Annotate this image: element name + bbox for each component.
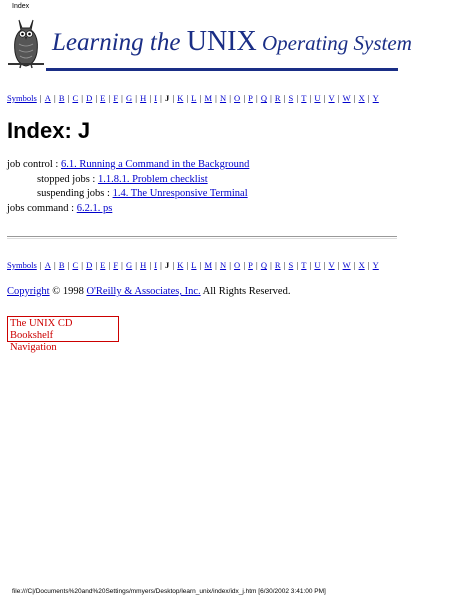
nav-separator: | bbox=[213, 260, 219, 270]
nav-top-link-v[interactable]: V bbox=[328, 93, 334, 103]
nav-top-link-w[interactable]: W bbox=[343, 93, 351, 103]
nav-bottom-link-y[interactable]: Y bbox=[373, 260, 379, 270]
book-banner[interactable]: Learning the UNIX Operating System bbox=[6, 16, 412, 71]
nav-separator: | bbox=[365, 93, 372, 103]
index-term: jobs command bbox=[7, 202, 69, 214]
nav-separator: | bbox=[51, 93, 58, 103]
nav-separator: | bbox=[351, 93, 358, 103]
owl-logo-icon bbox=[8, 19, 44, 69]
nav-bottom-link-v[interactable]: V bbox=[328, 260, 334, 270]
nav-top-link-r[interactable]: R bbox=[275, 93, 281, 103]
index-entry: stopped jobs : 1.1.8.1. Problem checklis… bbox=[7, 173, 249, 188]
nav-top-link-u[interactable]: U bbox=[314, 93, 320, 103]
index-entry: jobs command : 6.2.1. ps bbox=[7, 202, 249, 217]
nav-separator: | bbox=[37, 260, 44, 270]
nav-separator: | bbox=[351, 260, 358, 270]
nav-separator: | bbox=[281, 260, 288, 270]
index-entry-link[interactable]: 1.1.8.1. Problem checklist bbox=[98, 174, 208, 185]
nav-top-link-x[interactable]: X bbox=[359, 93, 365, 103]
nav-top-link-m[interactable]: M bbox=[204, 93, 212, 103]
nav-separator: | bbox=[170, 93, 177, 103]
nav-separator: | bbox=[213, 93, 219, 103]
nav-bottom-link-m[interactable]: M bbox=[204, 260, 212, 270]
nav-separator: | bbox=[133, 93, 140, 103]
publisher-link[interactable]: O'Reilly & Associates, Inc. bbox=[86, 286, 200, 297]
nav-separator: | bbox=[147, 93, 154, 103]
index-term: job control bbox=[7, 159, 53, 170]
nav-separator: | bbox=[93, 260, 100, 270]
book-title: Learning the UNIX Operating System bbox=[52, 26, 412, 57]
index-entry-link[interactable]: 1.4. The Unresponsive Terminal bbox=[113, 188, 248, 199]
divider bbox=[7, 236, 397, 239]
nav-separator: | bbox=[267, 93, 274, 103]
copyright-link[interactable]: Copyright bbox=[7, 286, 50, 297]
nav-separator: | bbox=[335, 260, 342, 270]
nav-separator: | bbox=[365, 260, 372, 270]
index-navigation-top: Symbols | A | B | C | D | E | F | G | H … bbox=[7, 93, 379, 103]
nav-bottom-link-a[interactable]: A bbox=[45, 260, 51, 270]
nav-bottom-link-symbols[interactable]: Symbols bbox=[7, 260, 37, 270]
index-term: suspending jobs bbox=[37, 188, 105, 199]
nav-separator: | bbox=[158, 260, 164, 270]
nav-separator: | bbox=[79, 93, 86, 103]
cd-bookshelf-line2: Navigation bbox=[10, 342, 57, 353]
nav-top-link-symbols[interactable]: Symbols bbox=[7, 93, 37, 103]
nav-separator: | bbox=[267, 260, 274, 270]
nav-separator: | bbox=[133, 260, 140, 270]
nav-separator: | bbox=[170, 260, 177, 270]
index-entry: job control : 6.1. Running a Command in … bbox=[7, 158, 249, 173]
nav-separator: | bbox=[51, 260, 58, 270]
index-entry-link[interactable]: 6.1. Running a Command in the Background bbox=[61, 159, 249, 170]
nav-bottom-link-x[interactable]: X bbox=[359, 260, 365, 270]
nav-separator: | bbox=[79, 260, 86, 270]
index-term: stopped jobs bbox=[37, 173, 90, 185]
nav-separator: | bbox=[241, 260, 248, 270]
rights-text: All Rights Reserved. bbox=[200, 286, 291, 297]
print-footer: file:///C|/Documents%20and%20Settings/mm… bbox=[12, 588, 326, 595]
nav-separator: | bbox=[37, 93, 44, 103]
nav-bottom-link-r[interactable]: R bbox=[275, 260, 281, 270]
nav-separator: | bbox=[147, 260, 154, 270]
nav-separator: | bbox=[281, 93, 288, 103]
nav-top-link-y[interactable]: Y bbox=[373, 93, 379, 103]
nav-separator: | bbox=[119, 93, 125, 103]
nav-separator: | bbox=[227, 93, 234, 103]
print-header: Index bbox=[12, 3, 30, 10]
term-separator: : bbox=[68, 202, 77, 214]
term-separator: : bbox=[52, 159, 61, 170]
nav-separator: | bbox=[253, 93, 260, 103]
index-entry: suspending jobs : 1.4. The Unresponsive … bbox=[7, 187, 249, 202]
nav-bottom-link-w[interactable]: W bbox=[343, 260, 351, 270]
nav-bottom-link-u[interactable]: U bbox=[314, 260, 320, 270]
page-title: Index: J bbox=[7, 118, 91, 143]
copyright-text: © 1998 bbox=[49, 286, 87, 297]
nav-top-link-a[interactable]: A bbox=[45, 93, 51, 103]
nav-separator: | bbox=[241, 93, 248, 103]
nav-separator: | bbox=[227, 260, 234, 270]
nav-separator: | bbox=[335, 93, 342, 103]
nav-separator: | bbox=[119, 260, 125, 270]
nav-separator: | bbox=[93, 93, 100, 103]
banner-rule bbox=[46, 68, 398, 71]
cd-bookshelf-navigation[interactable]: The UNIX CD Bookshelf Navigation bbox=[7, 316, 119, 353]
cd-bookshelf-line1: The UNIX CD Bookshelf bbox=[10, 318, 73, 341]
index-navigation-bottom: Symbols | A | B | C | D | E | F | G | H … bbox=[7, 260, 379, 270]
index-entries: job control : 6.1. Running a Command in … bbox=[7, 158, 249, 216]
nav-separator: | bbox=[158, 93, 164, 103]
term-separator: : bbox=[89, 173, 98, 185]
index-entry-link[interactable]: 6.2.1. ps bbox=[77, 203, 113, 214]
term-separator: : bbox=[104, 188, 113, 199]
copyright-line: Copyright © 1998 O'Reilly & Associates, … bbox=[7, 286, 290, 297]
nav-separator: | bbox=[253, 260, 260, 270]
